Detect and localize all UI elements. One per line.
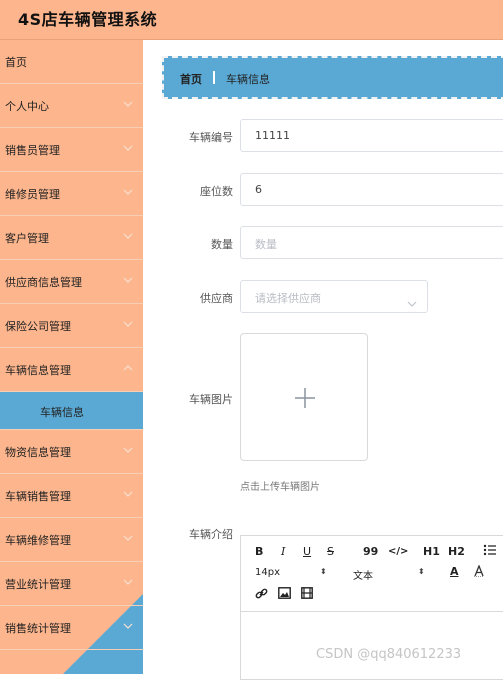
seats-input[interactable]: 6 xyxy=(240,173,503,206)
sidebar-item-label: 车辆销售管理 xyxy=(5,490,71,503)
link-icon[interactable] xyxy=(255,587,268,603)
h1-button[interactable]: H1 xyxy=(423,545,440,558)
chevron-down-icon xyxy=(123,445,133,455)
updown-arrow-icon: ⬍ xyxy=(320,567,327,576)
supplier-placeholder: 请选择供应商 xyxy=(255,292,321,305)
vehicle-no-value: 11111 xyxy=(255,129,290,142)
sidebar-item-label: 个人中心 xyxy=(5,100,49,113)
image-upload-box[interactable] xyxy=(240,333,368,461)
sidebar-item-materials[interactable]: 物资信息管理 xyxy=(0,430,143,474)
sidebar-item-label: 车辆信息管理 xyxy=(5,364,71,377)
sidebar-item-label: 车辆信息 xyxy=(40,406,84,419)
underline-button[interactable]: U xyxy=(303,545,311,558)
sidebar-item-repairman[interactable]: 维修员管理 xyxy=(0,172,143,216)
supplier-select[interactable]: 请选择供应商 xyxy=(240,280,428,313)
sidebar-item-customer[interactable]: 客户管理 xyxy=(0,216,143,260)
sidebar-item-label: 销售员管理 xyxy=(5,144,60,157)
app-header: 4S店车辆管理系统 xyxy=(0,0,503,40)
background-color-icon[interactable] xyxy=(473,564,485,580)
sidebar-item-label: 保险公司管理 xyxy=(5,320,71,333)
chevron-down-icon xyxy=(123,489,133,499)
sidebar-item-salesperson[interactable]: 销售员管理 xyxy=(0,128,143,172)
font-color-button[interactable]: A xyxy=(450,565,459,578)
plus-icon xyxy=(294,387,316,413)
sidebar-item-vehicle-management[interactable]: 车辆信息管理 xyxy=(0,348,143,392)
breadcrumb-separator xyxy=(213,71,215,84)
sidebar-item-home[interactable]: 首页 xyxy=(0,40,143,84)
quantity-placeholder: 数量 xyxy=(255,238,277,251)
chevron-down-icon xyxy=(123,621,133,631)
main-content: 首页 车辆信息 车辆编号 11111 座位数 6 数量 数量 供应商 请选择供应… xyxy=(143,40,503,680)
bold-button[interactable]: B xyxy=(255,545,263,558)
quantity-label: 数量 xyxy=(211,238,233,251)
sidebar-item-label: 客户管理 xyxy=(5,232,49,245)
sidebar-item-label: 供应商信息管理 xyxy=(5,276,82,289)
updown-arrow-icon: ⬍ xyxy=(418,567,425,576)
chevron-down-icon xyxy=(407,293,417,312)
chevron-up-icon xyxy=(123,363,133,373)
sidebar-item-personal-center[interactable]: 个人中心 xyxy=(0,84,143,128)
quantity-input[interactable]: 数量 xyxy=(240,226,503,259)
seats-value: 6 xyxy=(255,183,262,196)
code-button[interactable]: </> xyxy=(388,546,408,557)
breadcrumb: 首页 车辆信息 xyxy=(162,56,503,99)
h2-button[interactable]: H2 xyxy=(448,545,465,558)
sidebar-item-label: 营业统计管理 xyxy=(5,578,71,591)
sidebar-item-vehicle-repair[interactable]: 车辆维修管理 xyxy=(0,518,143,562)
vehicle-no-input[interactable]: 11111 xyxy=(240,119,503,152)
app-title: 4S店车辆管理系统 xyxy=(18,10,158,29)
image-label: 车辆图片 xyxy=(189,393,233,406)
font-type-select[interactable]: 文本 xyxy=(353,567,373,582)
sidebar-item-vehicle-sales[interactable]: 车辆销售管理 xyxy=(0,474,143,518)
sidebar-item-sales-stats[interactable]: 销售统计管理 xyxy=(0,606,143,650)
strike-button[interactable]: S xyxy=(327,545,334,558)
chevron-down-icon xyxy=(123,99,133,109)
chevron-down-icon xyxy=(123,319,133,329)
list-icon[interactable] xyxy=(483,544,497,559)
image-icon[interactable] xyxy=(278,587,291,602)
sidebar-item-label: 维修员管理 xyxy=(5,188,60,201)
sidebar-item-label: 首页 xyxy=(5,56,27,69)
breadcrumb-home[interactable]: 首页 xyxy=(180,71,202,87)
quote-button[interactable]: 99 xyxy=(363,545,378,558)
sidebar: 首页 个人中心 销售员管理 维修员管理 客户管理 供应商信息管理 保险公司管理 … xyxy=(0,40,143,674)
upload-tip: 点击上传车辆图片 xyxy=(240,482,320,493)
intro-label: 车辆介绍 xyxy=(189,528,233,541)
sidebar-item-insurance[interactable]: 保险公司管理 xyxy=(0,304,143,348)
editor-toolbar: B I U S 99 </> H1 H2 14px ⬍ 文本 ⬍ A xyxy=(241,536,503,612)
font-size-select[interactable]: 14px xyxy=(255,567,280,578)
video-icon[interactable] xyxy=(301,587,313,602)
sidebar-item-label: 销售统计管理 xyxy=(5,622,71,635)
watermark: CSDN @qq840612233 xyxy=(316,647,462,662)
sidebar-item-business-stats[interactable]: 营业统计管理 xyxy=(0,562,143,606)
chevron-down-icon xyxy=(123,231,133,241)
breadcrumb-current: 车辆信息 xyxy=(226,73,270,86)
chevron-down-icon xyxy=(123,275,133,285)
chevron-down-icon xyxy=(123,143,133,153)
italic-button[interactable]: I xyxy=(281,545,285,558)
chevron-down-icon xyxy=(123,533,133,543)
sidebar-subitem-vehicle-info[interactable]: 车辆信息 xyxy=(0,392,143,430)
sidebar-item-label: 物资信息管理 xyxy=(5,446,71,459)
sidebar-item-supplier[interactable]: 供应商信息管理 xyxy=(0,260,143,304)
chevron-down-icon xyxy=(123,187,133,197)
sidebar-item-label: 车辆维修管理 xyxy=(5,534,71,547)
seats-label: 座位数 xyxy=(200,185,233,198)
chevron-down-icon xyxy=(123,577,133,587)
vehicle-no-label: 车辆编号 xyxy=(189,131,233,144)
supplier-label: 供应商 xyxy=(200,292,233,305)
